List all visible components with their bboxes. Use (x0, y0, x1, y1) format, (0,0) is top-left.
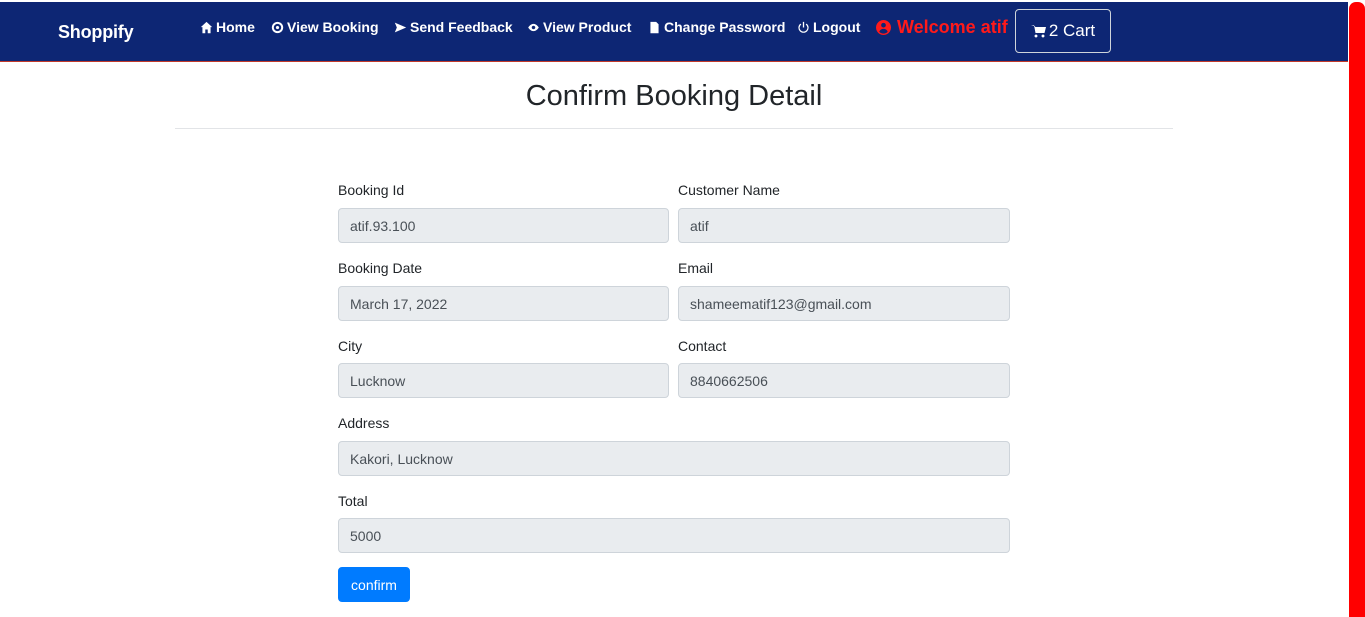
page-title: Confirm Booking Detail (525, 80, 823, 112)
power-icon (798, 21, 809, 33)
title-divider (175, 128, 1173, 129)
nav-change-password-label: Change Password (664, 19, 786, 35)
brand-link[interactable]: Shoppify (58, 22, 134, 43)
cart-button[interactable]: 2 Cart (1015, 9, 1111, 53)
city-field[interactable] (338, 363, 669, 398)
home-icon (200, 21, 213, 33)
nav-view-booking-label: View Booking (287, 19, 379, 35)
email-label: Email (678, 260, 714, 276)
total-field[interactable] (338, 518, 1010, 553)
customer-name-field[interactable] (678, 208, 1010, 243)
nav-view-booking[interactable]: View Booking (271, 19, 379, 35)
nav-send-feedback[interactable]: Send Feedback (394, 19, 513, 35)
eye-icon (528, 23, 539, 31)
welcome-user: Welcome atif (876, 17, 1008, 38)
user-circle-icon (876, 20, 891, 35)
scrollbar-thumb[interactable] (1349, 2, 1365, 617)
booking-date-label: Booking Date (338, 260, 423, 276)
city-label: City (338, 338, 363, 354)
welcome-text: Welcome atif (897, 17, 1008, 37)
nav-logout-label: Logout (813, 19, 861, 35)
address-field[interactable] (338, 441, 1010, 476)
top-navbar: Shoppify Home View Booking Send Feedback… (0, 2, 1348, 62)
cart-icon (1030, 25, 1046, 38)
document-icon (650, 21, 659, 33)
booking-id-field[interactable] (338, 208, 669, 243)
dashboard-icon (271, 21, 284, 33)
contact-label: Contact (678, 338, 727, 354)
cart-label: 2 Cart (1048, 21, 1096, 40)
contact-field[interactable] (678, 363, 1010, 398)
total-label: Total (338, 493, 368, 509)
nav-view-product[interactable]: View Product (527, 19, 631, 35)
booking-date-field[interactable] (338, 286, 669, 321)
nav-logout[interactable]: Logout (797, 19, 860, 35)
nav-home[interactable]: Home (200, 19, 255, 35)
nav-send-feedback-label: Send Feedback (410, 19, 513, 35)
nav-change-password[interactable]: Change Password (648, 19, 785, 35)
customer-name-label: Customer Name (678, 182, 780, 198)
email-field[interactable] (678, 286, 1010, 321)
booking-id-label: Booking Id (338, 182, 405, 198)
nav-view-product-label: View Product (543, 19, 632, 35)
nav-home-label: Home (216, 19, 255, 35)
send-icon (394, 22, 407, 32)
address-label: Address (338, 415, 390, 431)
confirm-button[interactable]: confirm (338, 567, 410, 602)
